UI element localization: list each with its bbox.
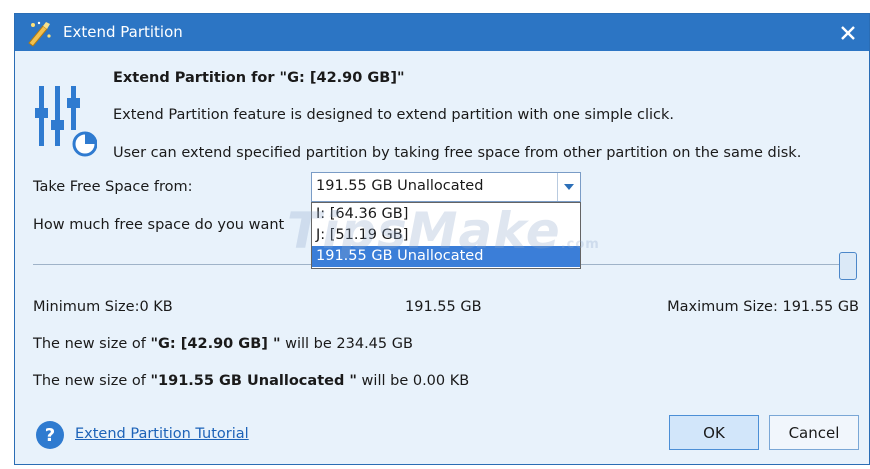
partition-dropdown-list: I: [64.36 GB] J: [51.19 GB] 191.55 GB Un… <box>311 202 581 269</box>
window-title: Extend Partition <box>63 23 183 41</box>
new-size-u-suffix: will be 0.00 KB <box>356 373 470 389</box>
take-space-label: Take Free Space from: <box>33 179 193 195</box>
new-size-u-name: "191.55 GB Unallocated " <box>150 373 357 389</box>
dialog-heading: Extend Partition for "G: [42.90 GB]" <box>113 70 405 86</box>
dropdown-option[interactable]: I: [64.36 GB] <box>312 204 580 225</box>
source-partition-select[interactable]: 191.55 GB Unallocated <box>311 172 581 202</box>
size-slider-thumb[interactable] <box>839 252 857 280</box>
close-button[interactable] <box>833 18 863 48</box>
description-line-1: Extend Partition feature is designed to … <box>113 107 674 123</box>
cancel-button[interactable]: Cancel <box>769 415 859 450</box>
select-value: 191.55 GB Unallocated <box>316 178 484 194</box>
how-much-label: How much free space do you want <box>33 217 285 233</box>
current-size: 191.55 GB <box>405 299 482 315</box>
dropdown-arrow[interactable] <box>557 173 580 201</box>
help-icon[interactable]: ? <box>35 420 65 450</box>
partition-sliders-icon <box>35 86 97 157</box>
new-size-g-suffix: will be 234.45 GB <box>280 336 413 352</box>
description-line-2: User can extend specified partition by t… <box>113 145 802 161</box>
minimum-size: Minimum Size:0 KB <box>33 299 173 315</box>
tutorial-link[interactable]: Extend Partition Tutorial <box>75 426 249 442</box>
new-size-g-prefix: The new size of <box>33 336 151 352</box>
svg-text:?: ? <box>45 425 55 446</box>
new-size-u-prefix: The new size of <box>33 373 151 389</box>
ok-button[interactable]: OK <box>669 415 759 450</box>
dropdown-option-selected[interactable]: 191.55 GB Unallocated <box>312 246 580 267</box>
chevron-down-icon <box>564 184 574 190</box>
new-size-unallocated: The new size of "191.55 GB Unallocated "… <box>33 373 469 389</box>
maximum-size: Maximum Size: 191.55 GB <box>667 299 859 315</box>
wizard-wand-icon <box>28 21 51 47</box>
new-size-g: The new size of "G: [42.90 GB] " will be… <box>33 336 413 352</box>
extend-partition-dialog: Extend Partition Extend Partition for "G… <box>14 13 870 465</box>
title-bar[interactable]: Extend Partition <box>15 14 869 51</box>
dropdown-option[interactable]: J: [51.19 GB] <box>312 225 580 246</box>
close-icon <box>841 26 855 40</box>
new-size-g-name: "G: [42.90 GB] " <box>150 336 281 352</box>
